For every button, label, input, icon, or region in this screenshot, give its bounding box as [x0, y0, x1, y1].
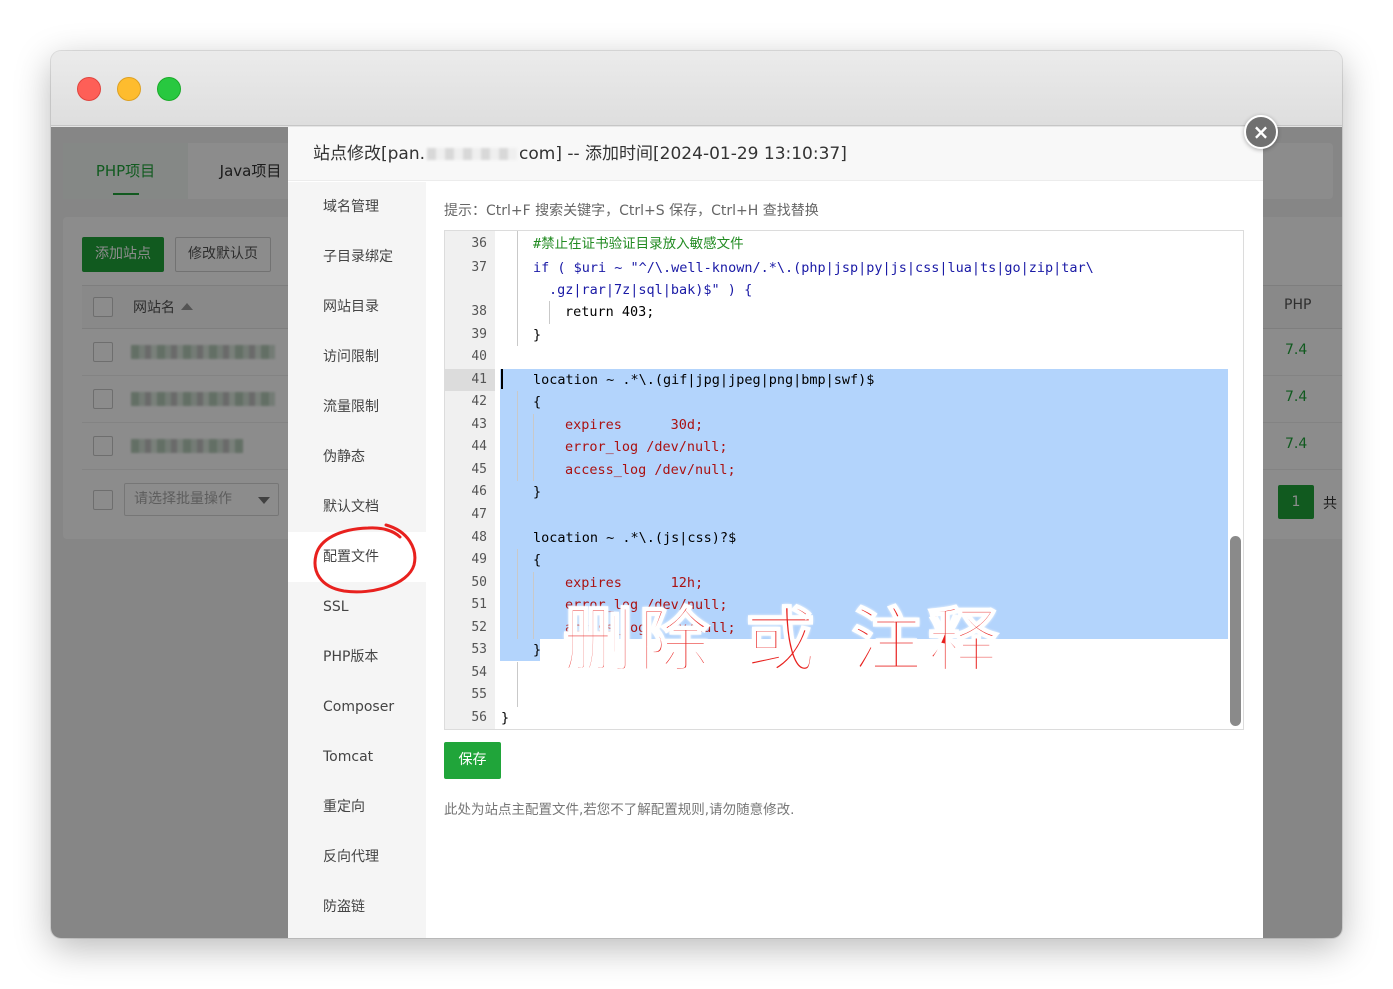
site-edit-modal: 站点修改[pan. com] -- 添加时间[2024-01-29 13:10:3…	[288, 115, 1278, 938]
indent-guide	[517, 231, 518, 346]
line-number: 52	[471, 620, 487, 635]
code-line: {	[533, 552, 542, 568]
code-line: if ( $uri ~ "^/\.well-known/.*\.(php|jsp…	[533, 260, 1094, 276]
line-number: 54	[471, 665, 487, 680]
line-number: 39	[471, 327, 487, 342]
menu-hotlink-protection[interactable]: 防盗链	[288, 882, 426, 932]
indent-guide	[517, 391, 518, 481]
line-number: 47	[471, 507, 487, 522]
config-warning: 此处为站点主配置文件,若您不了解配置规则,请勿随意修改.	[444, 802, 795, 818]
code-line: location ~ .*\.(gif|jpg|jpeg|png|bmp|swf…	[533, 372, 875, 388]
line-number: 50	[471, 575, 487, 590]
code-line: access_log /dev/null;	[565, 462, 736, 478]
code-line: }	[533, 327, 542, 343]
code-line: return 403;	[565, 304, 655, 320]
menu-traffic-limit[interactable]: 流量限制	[288, 382, 426, 432]
indent-guide	[533, 572, 534, 639]
line-number: 40	[471, 349, 487, 364]
line-number: 45	[471, 462, 487, 477]
minimize-window-icon[interactable]	[117, 77, 141, 101]
menu-subdir-binding[interactable]: 子目录绑定	[288, 232, 426, 282]
line-number-gutter: 36 37 38 39 40 41 42 43 44 45 46 47 48 4…	[445, 231, 495, 729]
menu-composer[interactable]: Composer	[288, 682, 426, 732]
app-window: PHP项目 Java项目 添加站点 修改默认页 网站名 PHP 7.4 7.4 …	[51, 51, 1342, 938]
code-line: }	[533, 484, 542, 500]
code-line: #禁止在证书验证目录放入敏感文件	[533, 236, 744, 252]
code-line: expires 30d;	[565, 417, 704, 433]
code-line: }	[501, 710, 510, 726]
red-circle-annotation	[313, 523, 417, 594]
line-number: 55	[471, 687, 487, 702]
line-number: 53	[471, 642, 487, 657]
menu-rewrite[interactable]: 伪静态	[288, 432, 426, 482]
redacted-domain	[427, 148, 518, 160]
code-line: error_log /dev/null;	[565, 439, 728, 455]
menu-site-directory[interactable]: 网站目录	[288, 282, 426, 332]
line-number: 44	[471, 439, 487, 454]
annotation-text: 删除 或 注释	[562, 599, 1004, 683]
menu-tomcat[interactable]: Tomcat	[288, 732, 426, 782]
menu-access-limit[interactable]: 访问限制	[288, 332, 426, 382]
maximize-window-icon[interactable]	[157, 77, 181, 101]
line-number: 42	[471, 394, 487, 409]
line-number: 36	[471, 236, 487, 251]
line-number: 43	[471, 417, 487, 432]
menu-reverse-proxy[interactable]: 反向代理	[288, 832, 426, 882]
indent-guide	[549, 301, 550, 324]
indent-guide	[533, 414, 534, 481]
menu-domain-management[interactable]: 域名管理	[288, 182, 426, 232]
line-number: 46	[471, 484, 487, 499]
code-line: {	[533, 394, 542, 410]
code-line: location ~ .*\.(js|css)?$	[533, 530, 737, 546]
app-content: PHP项目 Java项目 添加站点 修改默认页 网站名 PHP 7.4 7.4 …	[51, 115, 1342, 938]
line-number: 56	[471, 710, 487, 725]
editor-scrollbar[interactable]	[1230, 536, 1241, 726]
line-number: 48	[471, 530, 487, 545]
line-number: 41	[445, 369, 495, 391]
close-window-icon[interactable]	[77, 77, 101, 101]
code-line: .gz|rar|7z|sql|bak)$" ) {	[549, 282, 753, 298]
modal-sidebar: 域名管理 子目录绑定 网站目录 访问限制 流量限制 伪静态 默认文档 配置文件 …	[288, 182, 426, 938]
text-cursor	[501, 369, 503, 389]
line-number: 38	[471, 304, 487, 319]
line-number: 49	[471, 552, 487, 567]
shortcut-hint: 提示：Ctrl+F 搜索关键字，Ctrl+S 保存，Ctrl+H 查找替换	[444, 203, 819, 219]
close-icon[interactable]: ×	[1244, 115, 1278, 149]
window-titlebar	[51, 51, 1342, 126]
modal-title: 站点修改[pan. com] -- 添加时间[2024-01-29 13:10:3…	[288, 127, 1263, 181]
indent-guide	[517, 549, 518, 639]
line-number: 51	[471, 597, 487, 612]
line-number: 37	[471, 260, 487, 275]
indent-guide	[517, 662, 518, 707]
config-file-panel: 提示：Ctrl+F 搜索关键字，Ctrl+S 保存，Ctrl+H 查找替换 36…	[426, 182, 1263, 938]
code-line: }	[533, 642, 542, 658]
save-button[interactable]: 保存	[444, 742, 501, 779]
menu-php-version[interactable]: PHP版本	[288, 632, 426, 682]
menu-redirect[interactable]: 重定向	[288, 782, 426, 832]
